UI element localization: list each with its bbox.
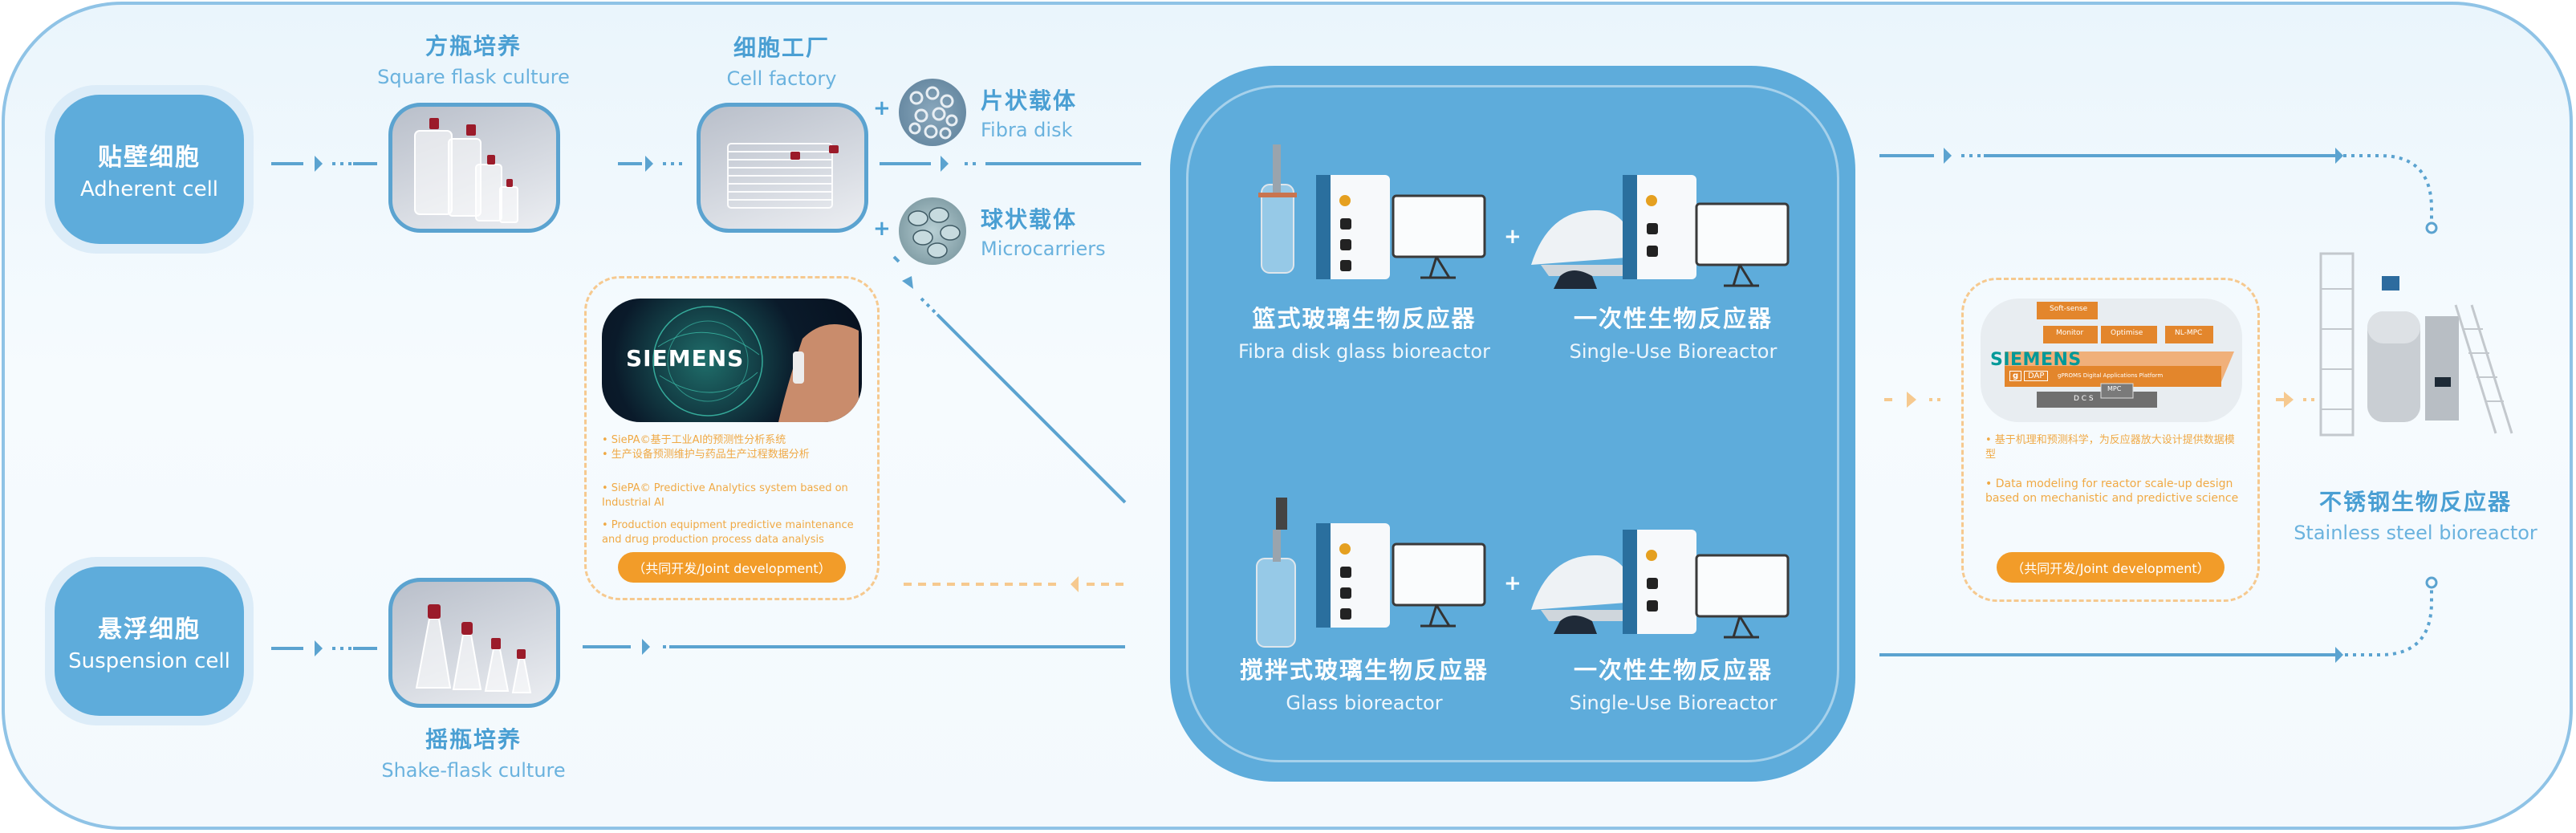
- final-stainless-steel-title[interactable]: 不锈钢生物反应器 Stainless steel bioreactor: [2287, 485, 2544, 544]
- final-en: Stainless steel bioreactor: [2294, 522, 2537, 544]
- final-zh: 不锈钢生物反应器: [2318, 489, 2512, 515]
- stainless-steel-bioreactor-icon: [2319, 252, 2513, 437]
